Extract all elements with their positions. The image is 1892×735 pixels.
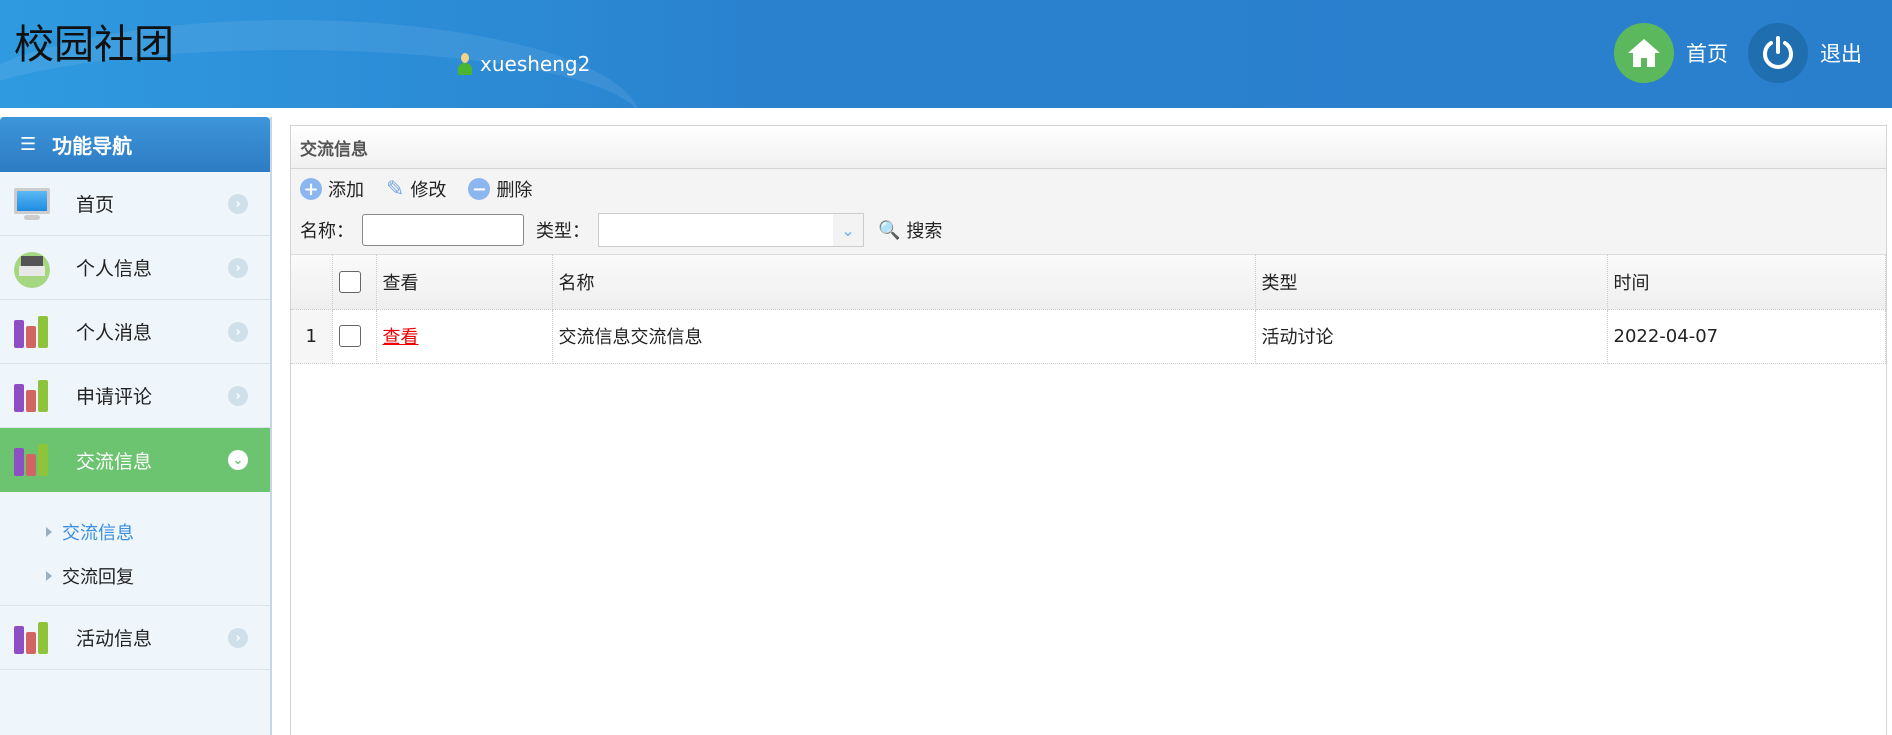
sidebar-item-label: 个人信息 xyxy=(76,258,153,280)
home-button[interactable]: 首页 xyxy=(1614,23,1728,83)
list-icon: ☰ xyxy=(20,134,37,155)
submenu-label: 交流信息 xyxy=(62,523,134,544)
sidebar-nav: ☰ 功能导航 首页 › 个人信息 › 个人消息 › 申请评论 › 交流信息 ⌄ 交流信息 交… xyxy=(0,117,272,735)
chevron-down-icon[interactable]: ⌄ xyxy=(833,214,863,246)
delete-label: 删除 xyxy=(496,180,533,201)
sidebar-item-label: 活动信息 xyxy=(76,628,153,650)
table-row[interactable]: 1 查看 交流信息交流信息 活动讨论 2022-04-07 xyxy=(291,309,1886,364)
data-table: 查看 名称 类型 时间 1 查看 交流信息交流信息 活动讨论 2022-04-0… xyxy=(291,255,1886,364)
type-cell: 活动讨论 xyxy=(1255,309,1608,364)
sidebar-item-exchange[interactable]: 交流信息 ⌄ xyxy=(0,428,270,492)
user-icon xyxy=(458,53,472,75)
nav-header: ☰ 功能导航 xyxy=(0,117,270,172)
printer-icon xyxy=(14,251,50,288)
select-all-cell xyxy=(332,255,377,310)
rownum-header xyxy=(291,255,333,310)
submenu-item-exchange-reply[interactable]: 交流回复 xyxy=(0,554,270,598)
table-header: 查看 名称 类型 时间 xyxy=(291,255,1886,310)
type-label: 类型： xyxy=(536,221,590,242)
pencil-icon: ✎ xyxy=(386,176,405,202)
sidebar-item-label: 个人消息 xyxy=(76,322,153,344)
submenu-label: 交流回复 xyxy=(62,567,134,588)
select-all-checkbox[interactable] xyxy=(338,270,361,293)
chevron-right-icon: › xyxy=(228,258,248,278)
panel-title: 交流信息 xyxy=(291,126,1886,169)
column-header-type[interactable]: 类型 xyxy=(1255,255,1608,310)
plus-icon: + xyxy=(300,178,322,200)
books-icon xyxy=(14,315,50,348)
add-button[interactable]: + 添加 xyxy=(300,176,364,202)
current-user: xuesheng2 xyxy=(458,52,590,76)
username: xuesheng2 xyxy=(480,52,591,76)
sidebar-item-messages[interactable]: 个人消息 › xyxy=(0,300,270,364)
column-header-time[interactable]: 时间 xyxy=(1607,255,1886,310)
sidebar-item-label: 首页 xyxy=(76,194,115,216)
sidebar-item-label: 申请评论 xyxy=(76,386,153,408)
chevron-down-icon: ⌄ xyxy=(228,450,248,470)
row-checkbox[interactable] xyxy=(338,325,361,347)
name-label: 名称： xyxy=(300,221,354,242)
delete-button[interactable]: − 删除 xyxy=(468,176,532,202)
nav-title: 功能导航 xyxy=(52,134,133,158)
add-label: 添加 xyxy=(328,180,364,201)
edit-button[interactable]: ✎ 修改 xyxy=(386,176,446,202)
top-header: 校园社团 xuesheng2 首页 退出 xyxy=(0,0,1892,108)
sidebar-item-comments[interactable]: 申请评论 › xyxy=(0,364,270,428)
column-header-view[interactable]: 查看 xyxy=(376,255,553,310)
chevron-right-icon: › xyxy=(228,194,248,214)
name-input[interactable] xyxy=(362,214,524,246)
sidebar-item-profile[interactable]: 个人信息 › xyxy=(0,236,270,300)
content-panel: 交流信息 + 添加 ✎ 修改 − 删除 名称： 类型： ⌄ 🔍 搜索 查看 名称 类型 … xyxy=(290,125,1887,735)
name-cell: 交流信息交流信息 xyxy=(552,309,1256,364)
view-cell: 查看 xyxy=(376,309,553,364)
submenu: 交流信息 交流回复 xyxy=(0,492,270,606)
minus-icon: − xyxy=(468,178,491,200)
caret-right-icon xyxy=(46,527,52,537)
column-header-name[interactable]: 名称 xyxy=(552,255,1256,310)
view-link[interactable]: 查看 xyxy=(383,327,419,348)
books-icon xyxy=(14,621,50,654)
sidebar-item-home[interactable]: 首页 › xyxy=(0,172,270,236)
edit-label: 修改 xyxy=(410,180,447,201)
search-label: 搜索 xyxy=(906,221,943,242)
monitor-icon xyxy=(14,187,50,220)
home-label: 首页 xyxy=(1686,42,1728,66)
logout-label: 退出 xyxy=(1820,42,1862,66)
toolbar: + 添加 ✎ 修改 − 删除 名称： 类型： ⌄ 🔍 搜索 xyxy=(291,169,1886,255)
search-button[interactable]: 🔍 搜索 xyxy=(878,217,942,243)
search-icon: 🔍 xyxy=(878,219,901,241)
row-select-cell xyxy=(332,309,377,364)
type-select[interactable]: ⌄ xyxy=(598,213,864,247)
submenu-item-exchange-info[interactable]: 交流信息 xyxy=(0,510,270,554)
time-cell: 2022-04-07 xyxy=(1607,309,1886,364)
chevron-right-icon: › xyxy=(228,322,248,342)
home-icon xyxy=(1614,23,1674,83)
chevron-right-icon: › xyxy=(228,628,248,648)
books-icon xyxy=(14,444,50,476)
chevron-right-icon: › xyxy=(228,386,248,406)
app-title: 校园社团 xyxy=(14,22,174,68)
caret-right-icon xyxy=(46,571,52,581)
power-icon xyxy=(1748,23,1808,83)
books-icon xyxy=(14,379,50,412)
sidebar-item-activities[interactable]: 活动信息 › xyxy=(0,606,270,670)
sidebar-item-label: 交流信息 xyxy=(76,450,153,473)
row-number: 1 xyxy=(291,309,333,364)
logout-button[interactable]: 退出 xyxy=(1748,23,1862,83)
